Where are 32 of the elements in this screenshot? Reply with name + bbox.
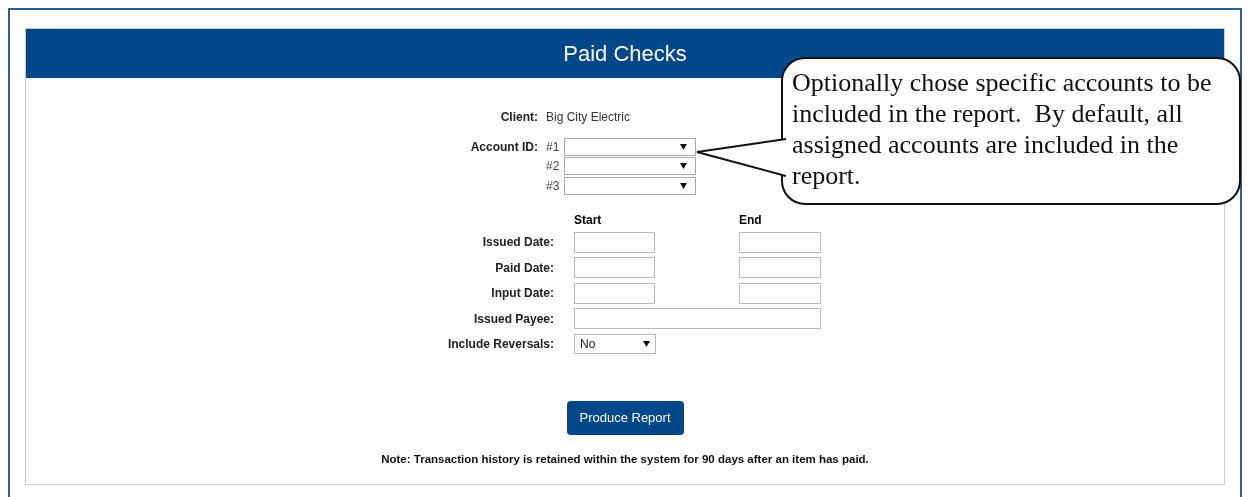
payee-field[interactable] <box>574 308 821 330</box>
client-value: Big City Electric <box>546 109 631 126</box>
account-select[interactable] <box>564 176 696 195</box>
note-text: Note: Transaction history is retained within the system for 90 days after an item has paid. <box>381 452 869 467</box>
column-heading: End <box>739 211 762 229</box>
end-date-field[interactable] <box>739 257 821 279</box>
field-label: Paid Date: <box>494 259 555 277</box>
column-heading: Start <box>574 211 603 229</box>
start-date-field[interactable] <box>574 257 655 279</box>
account-select[interactable] <box>564 157 696 176</box>
account-number-label: #2 <box>546 158 561 176</box>
field-label: Include Reversals: <box>446 336 555 354</box>
field-label: Issued Date: <box>481 234 555 252</box>
field-label: Issued Payee: <box>472 310 555 328</box>
reversals-select[interactable]: No <box>574 334 656 355</box>
panel-title: Paid Checks <box>563 40 687 68</box>
field-label: Account ID: <box>469 139 539 156</box>
account-number-label: #3 <box>546 177 561 195</box>
field-label: Input Date: <box>490 285 555 303</box>
account-select[interactable] <box>564 137 696 156</box>
end-date-field[interactable] <box>739 282 821 304</box>
produce-report-button[interactable]: Produce Report <box>566 401 684 435</box>
callout-bubble: Optionally chose specific accounts to be included in the report. By default, all assigned accounts are included in the report. <box>781 57 1241 205</box>
field-label: Client: <box>499 109 539 126</box>
start-date-field[interactable] <box>574 282 655 304</box>
caret-icon <box>643 341 650 348</box>
end-date-field[interactable] <box>739 231 821 253</box>
start-date-field[interactable] <box>574 231 655 253</box>
account-number-label: #1 <box>546 138 561 156</box>
caret-icon <box>680 163 687 170</box>
caret-icon <box>680 143 687 150</box>
caret-icon <box>680 182 687 189</box>
